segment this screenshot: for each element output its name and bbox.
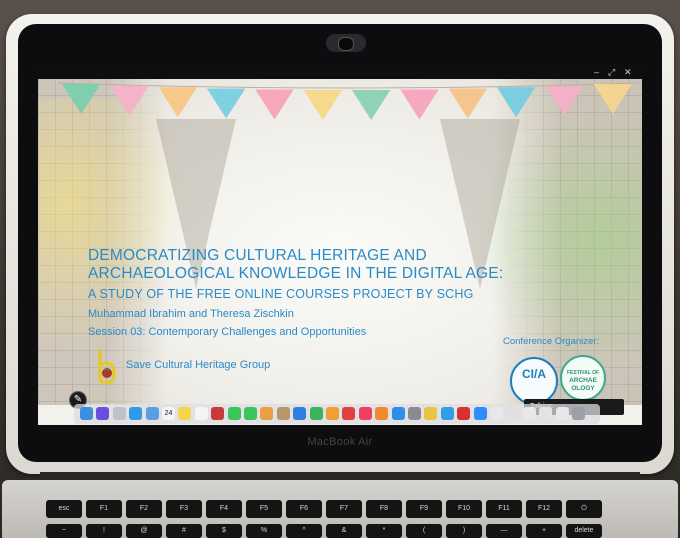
organizer-label: Conference Organizer: [503, 336, 600, 347]
macbook-brand-label: MacBook Air [307, 436, 373, 448]
safari-icon[interactable] [129, 407, 143, 420]
key-8[interactable]: F8 [366, 500, 402, 518]
key-9[interactable]: F9 [406, 500, 442, 518]
slide-session: Session 03: Contemporary Challenges and … [88, 326, 367, 338]
pages-icon[interactable] [326, 407, 339, 420]
num-key-3[interactable]: # [166, 524, 202, 538]
presentation-slide: DEMOCRATIZING CULTURAL HERITAGE AND ARCH… [38, 79, 642, 415]
bunting-decoration [58, 82, 638, 120]
bunting-flag [400, 89, 439, 120]
siri-icon[interactable] [96, 407, 110, 420]
key-2[interactable]: F2 [126, 500, 162, 518]
cia-logo: CI/A [510, 357, 558, 405]
num-key-7[interactable]: & [326, 524, 362, 538]
zotero-icon[interactable] [457, 407, 471, 420]
reminders-icon[interactable] [194, 407, 208, 420]
key-11[interactable]: F11 [486, 500, 522, 518]
key-5[interactable]: F5 [246, 500, 282, 518]
slide-title-line-2: ARCHAEOLOGICAL KNOWLEDGE IN THE DIGITAL … [88, 265, 504, 282]
num-key-5[interactable]: % [246, 524, 282, 538]
photo-booth-icon[interactable] [211, 407, 225, 420]
bunting-flag [545, 85, 584, 116]
music-icon[interactable] [358, 407, 372, 420]
no-entry-icon[interactable] [342, 407, 356, 420]
arch-logo-line-2: ARCHAE [569, 377, 597, 384]
doc-4-icon[interactable] [539, 407, 553, 420]
fullscreen-icon[interactable]: ⤢ [608, 66, 615, 78]
arch-logo-line-1: FESTIVAL OF [566, 370, 600, 376]
system-prefs-icon[interactable] [408, 407, 421, 420]
doc-3-icon[interactable] [522, 407, 536, 420]
laptop-screen: – ⤢ ✕ DEMOCRATIZING CULTURAL HERITAGE AN… [38, 65, 642, 425]
bunting-flag [110, 85, 149, 116]
doc-1-icon[interactable] [490, 407, 503, 420]
slide-authors: Muhammad Ibrahim and Theresa Zischkin [88, 308, 294, 320]
trash-icon[interactable] [572, 407, 585, 420]
skype-icon[interactable] [440, 407, 454, 420]
facetime-icon[interactable] [244, 407, 257, 420]
bunting-flag [62, 84, 101, 114]
key-1[interactable]: F1 [86, 500, 122, 518]
finder-icon[interactable] [80, 407, 93, 420]
key-6[interactable]: F6 [286, 500, 322, 518]
messages-icon[interactable] [227, 407, 241, 420]
num-key-6[interactable]: ^ [286, 524, 322, 538]
launchpad-icon[interactable] [112, 407, 126, 420]
num-key-13[interactable]: delete [566, 524, 602, 538]
schg-logo-icon [98, 349, 116, 385]
key-7[interactable]: F7 [326, 500, 362, 518]
slide-title-line-1: DEMOCRATIZING CULTURAL HERITAGE AND [88, 247, 427, 264]
schg-name: Save Cultural Heritage Group [126, 359, 271, 371]
contacts-icon[interactable] [276, 407, 290, 420]
key-13[interactable]: ⏻ [566, 500, 602, 518]
key-12[interactable]: F12 [526, 500, 562, 518]
collage-triangle-right [440, 119, 520, 289]
slide-subtitle: A STUDY OF THE FREE ONLINE COURSES PROJE… [88, 287, 474, 301]
macos-dock: 24 [74, 404, 600, 424]
key-10[interactable]: F10 [446, 500, 482, 518]
doc-5-icon[interactable] [555, 407, 569, 420]
bunting-flag [255, 89, 294, 120]
window-title-bar: – ⤢ ✕ [38, 65, 642, 79]
close-icon[interactable]: ✕ [624, 66, 632, 78]
num-key-12[interactable]: + [526, 524, 562, 538]
keynote-icon[interactable] [293, 407, 307, 420]
bunting-flag [207, 88, 246, 119]
bunting-flag [158, 87, 197, 118]
bunting-flag [448, 88, 487, 119]
key-4[interactable]: F4 [206, 500, 242, 518]
num-key-8[interactable]: * [366, 524, 402, 538]
arch-logo-line-3: OLOGY [571, 385, 595, 392]
webcam-lens-icon [338, 37, 354, 51]
laptop-hinge [40, 472, 640, 480]
bunting-flag [497, 87, 536, 118]
festival-of-archaeology-logo: FESTIVAL OF ARCHAE OLOGY [560, 355, 606, 401]
num-key-10[interactable]: ) [446, 524, 482, 538]
num-key-11[interactable]: — [486, 524, 522, 538]
numbers-icon[interactable] [309, 407, 323, 420]
bunting-flag [303, 89, 342, 120]
folder-icon[interactable] [145, 407, 159, 420]
keyboard-deck: esc F1 F2 F3 F4 F5 F6 F7 F8 F9 F10 F11 F12 ⏻ ~! @ # $% ^ & *… [2, 480, 678, 538]
num-key-1[interactable]: ! [86, 524, 122, 538]
key-3[interactable]: F3 [166, 500, 202, 518]
num-key-9[interactable]: ( [406, 524, 442, 538]
photos-icon[interactable] [260, 407, 274, 420]
chrome-icon[interactable] [424, 407, 438, 420]
notes-icon[interactable] [178, 407, 192, 420]
zoom-icon[interactable] [473, 407, 487, 420]
num-key-4[interactable]: $ [206, 524, 242, 538]
bunting-flag [593, 84, 632, 114]
calendar-icon[interactable]: 24 [162, 407, 175, 420]
num-key-2[interactable]: @ [126, 524, 162, 538]
app-store-icon[interactable] [391, 407, 405, 420]
bunting-flag [352, 89, 391, 120]
num-key-0[interactable]: ~ [46, 524, 82, 538]
books-icon[interactable] [375, 407, 389, 420]
key-0[interactable]: esc [46, 500, 82, 518]
doc-2-icon[interactable] [506, 407, 520, 420]
minimize-icon[interactable]: – [594, 66, 599, 78]
